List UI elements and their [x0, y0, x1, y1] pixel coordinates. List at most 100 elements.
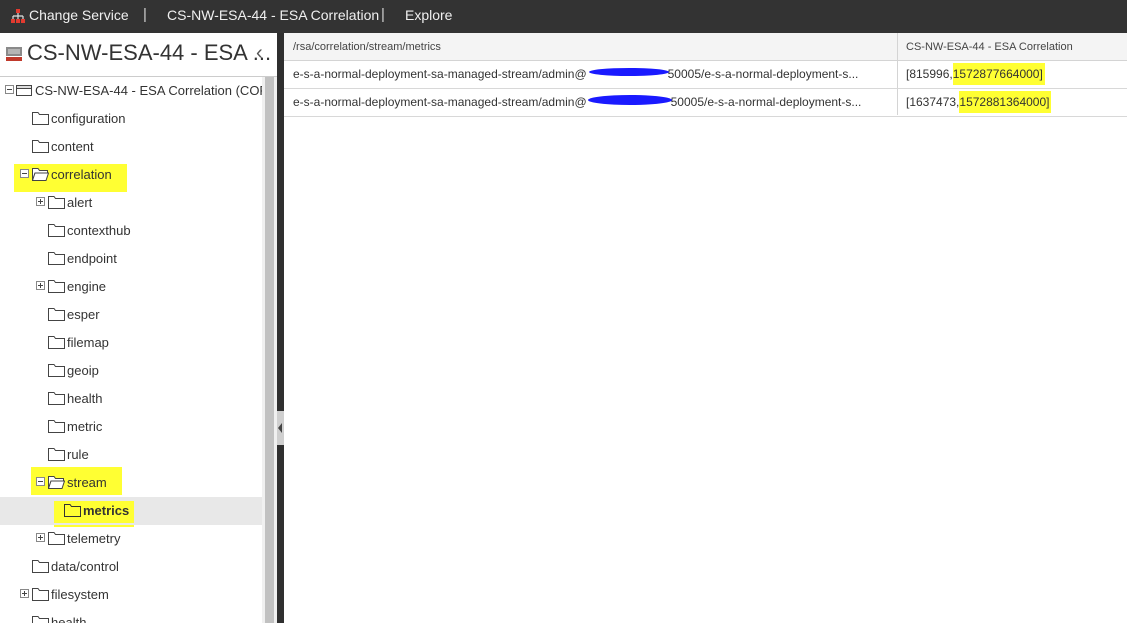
explore-tab[interactable]: Explore — [405, 0, 452, 33]
server-icon — [6, 47, 22, 61]
node-tree: CS-NW-ESA-44 - ESA Correlation (CORR... … — [0, 77, 262, 623]
expand-icon[interactable] — [36, 533, 45, 542]
redaction-scribble — [588, 68, 669, 76]
folder-icon — [48, 252, 65, 265]
tree-node-rule[interactable]: rule — [0, 441, 262, 469]
tree-node-alert[interactable]: alert — [0, 189, 262, 217]
folder-icon — [48, 392, 65, 405]
collapse-icon[interactable] — [20, 169, 29, 178]
folder-icon — [48, 336, 65, 349]
tree-panel-header: CS-NW-ESA-44 - ESA ... ‹ — [0, 33, 277, 77]
change-service-icon[interactable] — [10, 8, 26, 24]
tree-node-geoip[interactable]: geoip — [0, 357, 262, 385]
folder-open-icon — [32, 168, 49, 181]
tree-node-esper[interactable]: esper — [0, 301, 262, 329]
table-row[interactable]: e-s-a-normal-deployment-sa-managed-strea… — [284, 61, 1127, 89]
expand-icon[interactable] — [20, 589, 29, 598]
row-value-cell: [1637473,1572881364000] — [906, 89, 1052, 116]
folder-icon — [48, 364, 65, 377]
redacted-host — [587, 94, 672, 106]
row-path-cell: e-s-a-normal-deployment-sa-managed-strea… — [293, 61, 858, 88]
service-name-label[interactable]: CS-NW-ESA-44 - ESA Correlation — [167, 0, 379, 33]
tree-node-label: correlation — [51, 167, 112, 182]
tree-node-root[interactable]: CS-NW-ESA-44 - ESA Correlation (CORR... — [0, 77, 262, 105]
value-timestamp: 1572877664000] — [952, 63, 1045, 85]
collapse-icon[interactable] — [5, 85, 14, 94]
tree-node-filemap[interactable]: filemap — [0, 329, 262, 357]
node-values-grid: /rsa/correlation/stream/metrics CS-NW-ES… — [284, 33, 1127, 623]
tree-node-label: alert — [67, 195, 93, 210]
tree-node-label: telemetry — [67, 531, 121, 546]
folder-icon — [32, 616, 49, 623]
grid-header: /rsa/correlation/stream/metrics CS-NW-ES… — [284, 33, 1127, 61]
topbar-separator: | — [381, 6, 385, 23]
row-path-cell: e-s-a-normal-deployment-sa-managed-strea… — [293, 89, 861, 116]
path-suffix: 50005/e-s-a-normal-deployment-s... — [667, 67, 859, 81]
tree-node-content[interactable]: content — [0, 133, 262, 161]
tree-node-correlation[interactable]: correlation — [0, 161, 262, 189]
folder-icon — [48, 420, 65, 433]
tree-node-data-control[interactable]: data/control — [0, 553, 262, 581]
tree-node-contexthub[interactable]: contexthub — [0, 217, 262, 245]
table-row[interactable]: e-s-a-normal-deployment-sa-managed-strea… — [284, 89, 1127, 117]
tree-node-configuration[interactable]: configuration — [0, 105, 262, 133]
path-prefix: e-s-a-normal-deployment-sa-managed-strea… — [293, 67, 587, 81]
folder-icon — [32, 560, 49, 573]
explore-tree-panel: CS-NW-ESA-44 - ESA ... ‹ CS-NW-ESA-44 - … — [0, 33, 277, 623]
server-node-icon — [16, 85, 32, 96]
tree-node-health[interactable]: health — [0, 385, 262, 413]
column-header-path[interactable]: /rsa/correlation/stream/metrics — [293, 33, 441, 61]
folder-icon — [48, 448, 65, 461]
path-prefix: e-s-a-normal-deployment-sa-managed-strea… — [293, 95, 587, 109]
redacted-host — [587, 66, 669, 78]
panel-splitter[interactable] — [277, 33, 284, 623]
tree-node-label: configuration — [51, 111, 126, 126]
splitter-collapse-handle[interactable] — [277, 411, 284, 445]
tree-node-label: engine — [67, 279, 107, 294]
tree-node-label: endpoint — [67, 251, 117, 266]
tree-node-metric[interactable]: metric — [0, 413, 262, 441]
tree-node-label: health — [67, 391, 103, 406]
folder-icon — [48, 224, 65, 237]
collapse-icon[interactable] — [36, 477, 45, 486]
tree-node-endpoint[interactable]: endpoint — [0, 245, 262, 273]
folder-icon — [32, 140, 49, 153]
tree-node-label: rule — [67, 447, 89, 462]
tree-node-label: metrics — [83, 503, 130, 518]
tree-node-metrics-selected[interactable]: metrics — [0, 497, 262, 525]
path-suffix: 50005/e-s-a-normal-deployment-s... — [670, 95, 862, 109]
value-prefix: [1637473, — [906, 95, 960, 109]
tree-node-label: CS-NW-ESA-44 - ESA Correlation (CORR... — [35, 83, 262, 98]
collapse-panel-icon[interactable]: ‹ — [256, 42, 263, 65]
tree-node-filesystem[interactable]: filesystem — [0, 581, 262, 609]
tree-panel-title: CS-NW-ESA-44 - ESA ... — [27, 40, 272, 65]
tree-node-label: filemap — [67, 335, 109, 350]
tree-scrollbar-thumb[interactable] — [265, 77, 274, 623]
tree-node-label: metric — [67, 419, 103, 434]
redaction-scribble — [587, 95, 672, 105]
folder-icon — [48, 532, 65, 545]
tree-node-label: geoip — [67, 363, 99, 378]
value-timestamp: 1572881364000] — [959, 91, 1052, 113]
folder-icon — [32, 588, 49, 601]
tree-node-label: data/control — [51, 559, 119, 574]
folder-icon — [48, 196, 65, 209]
tree-node-engine[interactable]: engine — [0, 273, 262, 301]
expand-icon[interactable] — [36, 281, 45, 290]
tree-node-telemetry[interactable]: telemetry — [0, 525, 262, 553]
topbar-separator: | — [143, 6, 147, 23]
folder-icon — [32, 112, 49, 125]
tree-node-label: filesystem — [51, 587, 109, 602]
folder-icon — [48, 280, 65, 293]
tree-node-health-partial[interactable]: health — [0, 609, 262, 623]
change-service-link[interactable]: Change Service — [29, 0, 129, 33]
tree-node-stream[interactable]: stream — [0, 469, 262, 497]
expand-icon[interactable] — [36, 197, 45, 206]
value-prefix: [815996, — [906, 67, 953, 81]
tree-node-label: esper — [67, 307, 100, 322]
tree-node-label: health — [51, 615, 87, 623]
folder-icon — [48, 308, 65, 321]
tree-scrollbar[interactable] — [262, 77, 277, 623]
column-header-service[interactable]: CS-NW-ESA-44 - ESA Correlation — [906, 33, 1073, 61]
tree-node-label: contexthub — [67, 223, 131, 238]
